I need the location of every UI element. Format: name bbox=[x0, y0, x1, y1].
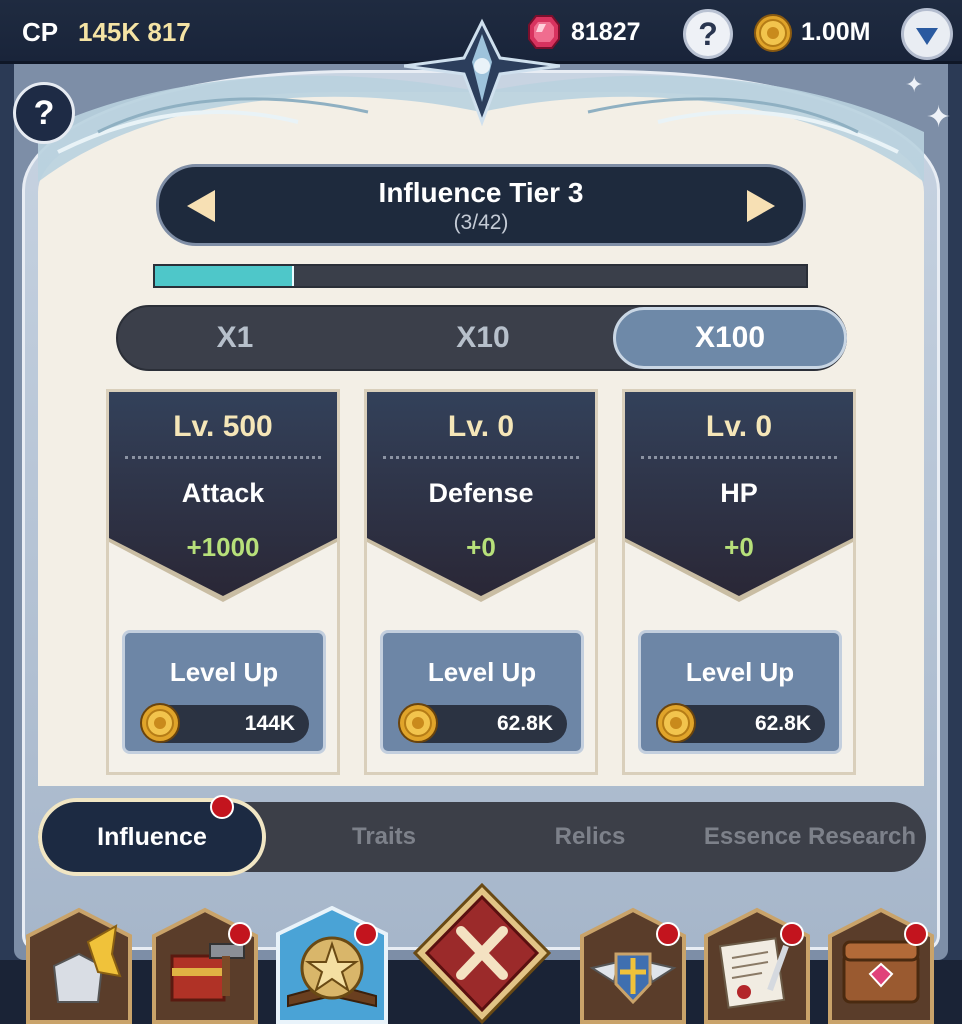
level-up-button[interactable]: Level Up 62.8K bbox=[638, 630, 842, 754]
cp-label: CP bbox=[22, 17, 59, 47]
sparkle-icon: ✦ bbox=[926, 101, 952, 134]
card-divider bbox=[641, 456, 837, 459]
card-stat-bonus: +0 bbox=[724, 532, 754, 562]
cost-pill: 62.8K bbox=[398, 703, 567, 743]
close-button[interactable] bbox=[413, 883, 551, 1024]
level-up-label: Level Up bbox=[169, 657, 279, 687]
notification-dot bbox=[780, 922, 804, 946]
card-stat-bonus: +0 bbox=[466, 532, 496, 562]
sparkle-icon: ✦ bbox=[905, 72, 924, 97]
cost-pill: 144K bbox=[140, 703, 309, 743]
cost-value: 144K bbox=[244, 712, 295, 735]
gold-count: 1.00M bbox=[801, 18, 871, 46]
cost-pill: 62.8K bbox=[656, 703, 825, 743]
tier-count: (3/42) bbox=[453, 211, 509, 234]
gold-coin-icon bbox=[140, 703, 180, 743]
notification-dot bbox=[210, 795, 234, 819]
gold-coin-icon bbox=[754, 14, 792, 52]
next-tier-arrow-icon[interactable] bbox=[747, 190, 775, 222]
gem-count: 81827 bbox=[571, 18, 641, 46]
card-stat-name: HP bbox=[720, 478, 758, 508]
stat-card-hp: Lv. 0 HP +0 Level Up 62.8K bbox=[622, 389, 856, 775]
tier-title: Influence Tier 3 bbox=[378, 177, 584, 208]
card-level: Lv. 0 bbox=[447, 410, 515, 443]
tier-progress-bar bbox=[153, 264, 808, 288]
notification-dot bbox=[228, 922, 252, 946]
armor-wing-icon bbox=[52, 924, 122, 1003]
nav-equipment-button[interactable] bbox=[24, 906, 134, 1024]
stat-card-defense: Lv. 0 Defense +0 Level Up 62.8K bbox=[364, 389, 598, 775]
panel-help-button[interactable]: ? bbox=[13, 82, 75, 144]
help-button[interactable]: ? bbox=[683, 9, 733, 59]
multiplier-x10[interactable]: X10 bbox=[366, 307, 600, 369]
card-level: Lv. 500 bbox=[173, 410, 273, 443]
tab-traits[interactable]: Traits bbox=[274, 802, 494, 872]
tab-essence-research[interactable]: Essence Research bbox=[700, 802, 920, 872]
notification-dot bbox=[354, 922, 378, 946]
card-stat-bonus: +1000 bbox=[186, 532, 260, 562]
level-up-button[interactable]: Level Up 144K bbox=[122, 630, 326, 754]
card-level: Lv. 0 bbox=[705, 410, 773, 443]
category-tabs: Influence Traits Relics Essence Research bbox=[38, 798, 926, 876]
tab-relics[interactable]: Relics bbox=[480, 802, 700, 872]
card-divider bbox=[125, 456, 321, 459]
menu-dropdown-button[interactable] bbox=[901, 8, 953, 60]
multiplier-x1[interactable]: X1 bbox=[118, 307, 352, 369]
level-up-button[interactable]: Level Up 62.8K bbox=[380, 630, 584, 754]
card-stat-name: Defense bbox=[428, 478, 534, 508]
level-up-label: Level Up bbox=[427, 657, 537, 687]
tier-progress-fill bbox=[155, 266, 295, 286]
card-divider bbox=[383, 456, 579, 459]
multiplier-x100[interactable]: X100 bbox=[613, 307, 847, 369]
gold-coin-icon bbox=[398, 703, 438, 743]
notification-dot bbox=[656, 922, 680, 946]
gold-coin-icon bbox=[656, 703, 696, 743]
tier-selector: Influence Tier 3 (3/42) bbox=[156, 164, 806, 246]
cost-value: 62.8K bbox=[754, 712, 811, 735]
level-up-label: Level Up bbox=[685, 657, 795, 687]
star-emblem-icon bbox=[404, 18, 560, 126]
stat-card-attack: Lv. 500 Attack +1000 Level Up 144K bbox=[106, 389, 340, 775]
card-stat-name: Attack bbox=[181, 478, 265, 508]
multiplier-selector: X1 X10 X100 bbox=[116, 305, 847, 371]
chevron-down-icon bbox=[916, 28, 938, 45]
notification-dot bbox=[904, 922, 928, 946]
cp-value: 145K 817 bbox=[78, 17, 191, 47]
cost-value: 62.8K bbox=[496, 712, 553, 735]
